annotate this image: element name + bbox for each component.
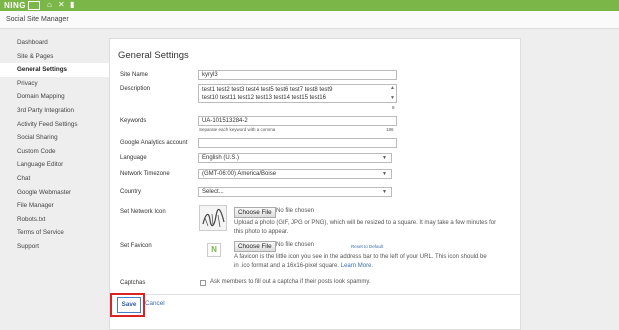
description-line: test10 test11 test12 test13 test14 test1… [202,95,326,101]
description-textarea[interactable]: test1 test2 test3 test4 test5 test6 test… [198,84,397,103]
sidebar-item-label: Privacy [17,79,38,87]
favicon-preview: N [207,243,221,257]
network-icon-label: Set Network Icon [120,209,166,215]
sidebar-item-label: Custom Code [17,147,56,155]
favicon-help-text-line2: in .ico format and a 16x16-pixel square.… [234,262,373,271]
network-icon-file-status: No file chosen [276,208,315,214]
sidebar-item-terms[interactable]: Terms of Service [0,226,110,240]
language-label: Language [120,155,147,161]
home-icon[interactable]: ⌂ [47,0,52,10]
page-title: General Settings [118,50,189,61]
form-divider [110,294,520,295]
sidebar-item-privacy[interactable]: Privacy [0,77,110,91]
sidebar-item-custom-code[interactable]: Custom Code [0,145,110,159]
stats-icon[interactable]: ▮ [70,0,74,10]
sidebar-item-language-editor[interactable]: Language Editor [0,158,110,172]
sidebar-item-label: Support [17,242,40,250]
reset-to-default-link[interactable]: Reset to Default [351,244,383,249]
chevron-down-icon: ▼ [382,171,387,177]
sidebar-item-label: Site & Pages [17,52,54,60]
timezone-value: (GMT-06:00) America/Boise [202,171,277,177]
site-name-input[interactable]: kyryl3 [198,70,397,80]
sidebar-item-site-pages[interactable]: Site & Pages [0,50,110,64]
manager-header: Social Site Manager [0,11,619,29]
sidebar-item-general-settings[interactable]: General Settings [0,63,110,77]
analytics-label: Google Analytics account [120,140,188,146]
country-label: Country [120,189,142,195]
captcha-checkbox[interactable] [200,280,206,286]
sidebar-item-social-sharing[interactable]: Social Sharing [0,131,110,145]
sidebar-item-domain-mapping[interactable]: Domain Mapping [0,90,110,104]
sidebar-item-label: 3rd Party Integration [17,106,75,114]
keywords-char-count: 186 [386,127,394,132]
sidebar-item-support[interactable]: Support [0,240,110,254]
network-icon-choose-file-button[interactable]: Choose File [234,207,276,218]
language-value: English (U.S.) [202,155,240,161]
captchas-label: Captchas [120,280,146,286]
favicon-label: Set Favicon [120,243,152,249]
sidebar-item-label: Dashboard [17,39,48,46]
favicon-help-text: A favicon is the little icon you see in … [234,254,487,260]
sidebar-item-label: File Manager [17,202,54,210]
cancel-link[interactable]: Cancel [145,300,165,307]
site-name-label: Site Name [120,72,149,78]
sidebar-item-label: Robots.txt [17,215,46,223]
sidebar-item-label: Language Editor [17,161,64,169]
sidebar-item-label: Domain Mapping [17,93,65,101]
country-select[interactable]: Select... ▼ [198,187,392,197]
favicon-choose-file-button[interactable]: Choose File [234,241,276,252]
description-char-count: 8 [392,105,395,110]
sidebar-item-label: Activity Feed Settings [17,120,78,128]
general-settings-panel: General Settings Site Name kyryl3 Descri… [109,38,521,330]
favicon-help-text: in .ico format and a 16x16-pixel square. [234,263,340,269]
sidebar-item-robots[interactable]: Robots.txt [0,213,110,227]
chevron-down-icon: ▼ [382,189,387,195]
country-value: Select... [202,189,224,195]
network-icon-preview [199,205,227,231]
keywords-hint: Separate each keyword with a comma [199,127,276,132]
save-button[interactable]: Save [117,297,141,313]
description-line: test1 test2 test3 test4 test5 test6 test… [202,87,333,93]
learn-more-link[interactable]: Learn More. [341,263,373,269]
captcha-checkbox-label: Ask members to fill out a captcha if the… [210,279,371,285]
timezone-select[interactable]: (GMT-06:00) America/Boise ▼ [198,169,392,179]
sidebar-item-label: Google Webmaster [17,188,72,196]
settings-sidebar: Dashboard Site & Pages General Settings … [0,36,110,254]
window-icon[interactable] [28,1,40,10]
ning-logo[interactable]: NING [4,1,26,10]
signature-image-icon [202,208,225,228]
sidebar-item-dashboard[interactable]: Dashboard [0,36,110,50]
sidebar-item-file-manager[interactable]: File Manager [0,199,110,213]
keywords-label: Keywords [120,118,147,124]
description-label: Description [120,86,151,92]
network-icon-help-text: Upload a photo (GIF, JPG or PNG), which … [234,220,497,226]
network-icon-help-text: this photo to appear. [234,229,289,235]
sidebar-item-activity-feed[interactable]: Activity Feed Settings [0,118,110,132]
timezone-label: Network Timezone [120,171,170,177]
sidebar-item-chat[interactable]: Chat [0,172,110,186]
favicon-file-status: No file chosen [276,242,315,248]
scroll-down-icon[interactable]: ▼ [390,96,395,101]
sidebar-item-label: Chat [17,174,31,182]
manager-title: Social Site Manager [6,16,69,23]
keywords-input[interactable]: UA-101513284-2 [198,116,397,126]
sidebar-item-label: Terms of Service [17,229,64,237]
sidebar-item-google-webmaster[interactable]: Google Webmaster [0,186,110,200]
tools-icon[interactable]: ✕ [58,0,65,10]
sidebar-item-third-party[interactable]: 3rd Party Integration [0,104,110,118]
chevron-down-icon: ▼ [382,155,387,161]
sidebar-item-label: Social Sharing [17,134,58,142]
sidebar-item-label: General Settings [17,66,68,74]
scroll-up-icon[interactable]: ▲ [390,86,395,91]
language-select[interactable]: English (U.S.) ▼ [198,153,392,163]
analytics-input[interactable] [198,138,397,148]
top-navigation-bar: NING ⌂ ✕ ▮ [0,0,619,11]
